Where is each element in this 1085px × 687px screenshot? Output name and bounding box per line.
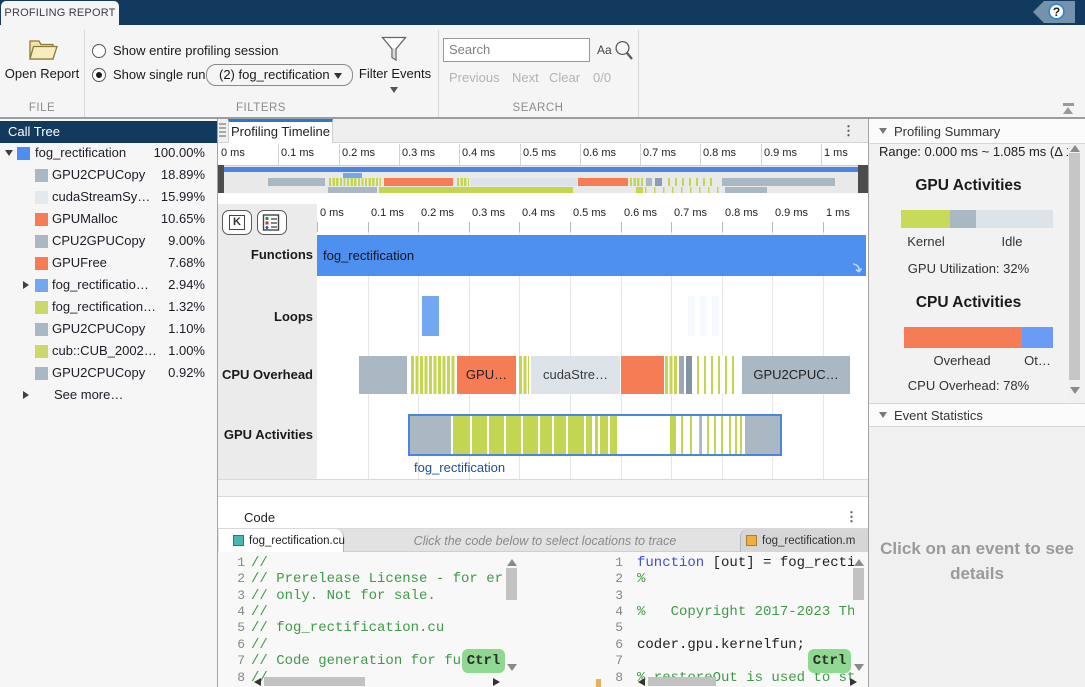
- svg-text:?: ?: [1053, 5, 1060, 19]
